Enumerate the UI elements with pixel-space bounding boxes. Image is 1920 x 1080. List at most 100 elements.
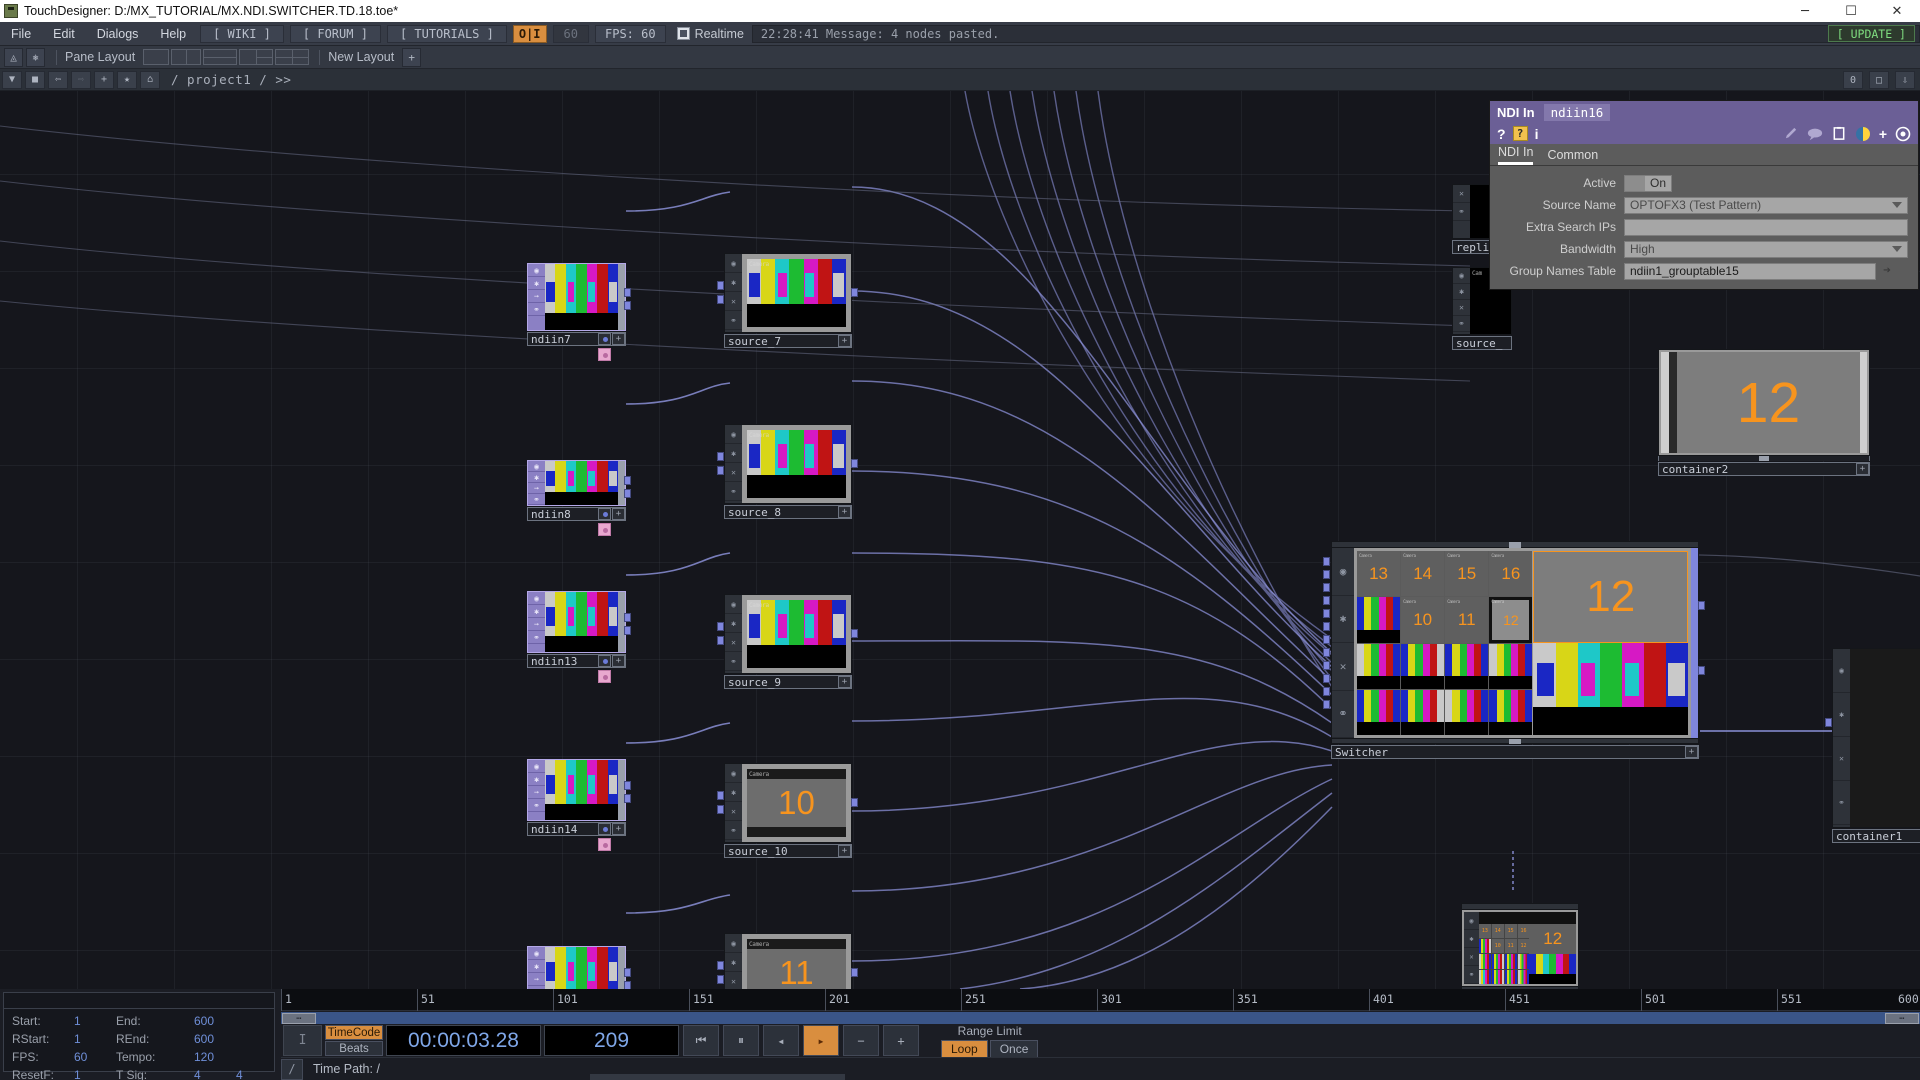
node-clone-indicator[interactable] <box>598 655 611 667</box>
node-viewer-toggle[interactable] <box>598 838 611 851</box>
node-body[interactable]: ◉ ✱ ✕ ⚭ Camera 10 <box>724 763 852 843</box>
node-expand-button[interactable]: + <box>838 676 851 688</box>
new-layout-add-button[interactable]: + <box>402 47 422 67</box>
node-flags[interactable]: ◉ ✱ ✕ ⚭ <box>725 934 742 989</box>
lock-flag-icon[interactable]: ⚭ <box>528 799 545 812</box>
multiview-cell[interactable] <box>1401 643 1445 689</box>
bypass-flag-icon[interactable]: ✕ <box>1464 948 1479 966</box>
link-wiki[interactable]: [ WIKI ] <box>200 24 284 43</box>
node-body[interactable]: ◉ ✱ ✕ ⚭ Camera 11 <box>724 933 852 989</box>
minimize-button[interactable]: ─ <box>1782 0 1828 22</box>
layout-preset-5[interactable] <box>275 49 310 65</box>
bypass-flag-icon[interactable]: ✕ <box>725 972 742 989</box>
tab-common[interactable]: Common <box>1547 148 1598 165</box>
viewer-flag-icon[interactable]: ◉ <box>725 254 742 273</box>
input-connector-2[interactable] <box>717 295 724 304</box>
lock-flag-icon[interactable]: ⚭ <box>528 631 545 644</box>
layout-preset-4[interactable] <box>239 49 274 65</box>
node-expand-button[interactable]: + <box>838 506 851 518</box>
viewer-flag-icon[interactable]: ◉ <box>528 264 545 277</box>
bypass-flag-icon[interactable]: ✕ <box>725 802 742 821</box>
node-ndiin7[interactable]: ◉ ✱ ➞ ⚭ ndiin7 + <box>527 263 631 361</box>
link-tutorials[interactable]: [ TUTORIALS ] <box>386 24 507 43</box>
clone-flag-icon[interactable]: ✱ <box>725 444 742 463</box>
menu-help[interactable]: Help <box>149 22 197 46</box>
menu-edit[interactable]: Edit <box>42 22 86 46</box>
node-container1[interactable]: ◉ ✱ ✕ ⚭ container1 <box>1825 648 1920 843</box>
zoom-level-button[interactable]: 0 <box>1843 71 1863 89</box>
maximize-button[interactable]: ☐ <box>1828 0 1874 22</box>
node-expand-button[interactable]: + <box>612 655 625 667</box>
node-body[interactable]: ◉ ✱ ➞ ⚭ <box>527 946 626 989</box>
extra-search-ips-input[interactable] <box>1624 218 1908 236</box>
group-names-table-input[interactable]: ndiin1_grouptable15 <box>1624 262 1876 280</box>
multiview-cell[interactable] <box>1401 689 1445 735</box>
node-flags[interactable]: ◉ ✱ ✕ ⚭ <box>1833 649 1850 827</box>
node-name-field[interactable]: source_10 + <box>724 844 852 858</box>
multiview-cell[interactable]: 14 Camera <box>1401 551 1445 597</box>
resetf-value[interactable]: 1 <box>74 1068 116 1080</box>
node-viewer-toggle[interactable] <box>598 670 611 683</box>
multiview-cell[interactable] <box>1445 643 1489 689</box>
op-name-field[interactable]: ndiin16 <box>1543 103 1611 121</box>
node-flags[interactable]: ◉ ✱ ➞ ⚭ <box>528 461 545 505</box>
lock-flag-icon[interactable]: ⚭ <box>1332 691 1354 738</box>
node-source-7[interactable]: ◉ ✱ ✕ ⚭ Camera source_7 + <box>717 253 858 348</box>
bypass-flag-icon[interactable]: ✕ <box>725 292 742 311</box>
clipboard-icon[interactable] <box>1831 126 1847 141</box>
add-icon[interactable]: + <box>94 70 114 89</box>
output-connector[interactable] <box>624 288 631 297</box>
back-arrow-icon[interactable]: ⇦ <box>48 70 68 89</box>
node-ndiin8[interactable]: ◉ ✱ ➞ ⚭ ndiin8 + <box>527 460 631 536</box>
start-value[interactable]: 1 <box>74 1014 116 1028</box>
home-icon[interactable]: ⌂ <box>140 70 160 89</box>
viewer-flag-icon[interactable]: ◉ <box>1464 912 1479 930</box>
clone-flag-icon[interactable]: ✱ <box>528 960 545 973</box>
timeline-scrollbar[interactable]: ⋯ ⋯ <box>281 1011 1920 1024</box>
help-icon[interactable]: ? <box>1512 126 1528 141</box>
node-clone-indicator[interactable] <box>598 333 611 345</box>
node-flags[interactable]: ◉ ✱ ➞ ⚭ <box>528 264 545 330</box>
bypass-flag-icon[interactable]: ✕ <box>1453 300 1470 316</box>
tempo-value[interactable]: 120 <box>194 1050 236 1064</box>
pencil-icon[interactable] <box>1784 126 1799 141</box>
tsig-value-b[interactable]: 4 <box>236 1068 266 1080</box>
node-body[interactable]: ◉ ✱ ✕ ⚭ <box>724 253 852 333</box>
parameter-dialog-titlebar[interactable]: NDI In ndiin16 <box>1490 101 1918 123</box>
viewer-flag-icon[interactable]: ◉ <box>1332 548 1354 596</box>
output-connector[interactable] <box>851 629 858 638</box>
step-back-button[interactable]: − <box>843 1025 879 1056</box>
output-connector[interactable] <box>851 459 858 468</box>
node-flags[interactable]: ◉ ✱ ✕ ⚭ <box>725 764 742 842</box>
lock-flag-icon[interactable]: ⚭ <box>725 482 742 501</box>
node-flags[interactable]: ◉ ✱ ✕ ⚭ <box>725 425 742 503</box>
bypass-flag-icon[interactable]: ✕ <box>725 463 742 482</box>
input-connector-2[interactable] <box>717 975 724 984</box>
end-value[interactable]: 600 <box>194 1014 236 1028</box>
output-connector-2[interactable] <box>624 489 631 498</box>
viewer-flag-icon[interactable]: ◉ <box>725 934 742 953</box>
viewer-flag-icon[interactable]: ◉ <box>725 595 742 614</box>
node-expand-button[interactable]: + <box>838 335 851 347</box>
program-preview[interactable]: 12 <box>1533 551 1688 643</box>
close-button[interactable]: ✕ <box>1874 0 1920 22</box>
node-name-field[interactable]: ndiin8 + <box>527 507 626 521</box>
clone-flag-icon[interactable]: ✱ <box>528 472 545 483</box>
viewer-flag-icon[interactable]: ◉ <box>528 760 545 773</box>
lock-flag-icon[interactable]: ⚭ <box>1453 316 1470 332</box>
realtime-toggle[interactable]: Realtime <box>676 27 744 41</box>
node-source-9[interactable]: ◉ ✱ ✕ ⚭ Camera source_9 + <box>717 594 858 689</box>
viewer-flag-icon[interactable]: ◉ <box>528 461 545 472</box>
node-expand-button[interactable]: + <box>1856 463 1869 475</box>
lock-flag-icon[interactable]: ⚭ <box>528 494 545 505</box>
layout-preset-3[interactable] <box>203 49 238 65</box>
lock-flag-icon[interactable]: ⚭ <box>1464 966 1479 984</box>
output-connector[interactable] <box>624 613 631 622</box>
fps-value[interactable]: 60 <box>74 1050 116 1064</box>
node-flags[interactable]: ◉ ✱ ✕ ⚭ <box>1464 912 1479 984</box>
info-icon[interactable]: i <box>1535 126 1539 142</box>
clone-flag-icon[interactable]: ✱ <box>528 773 545 786</box>
lock-flag-icon[interactable]: ⚭ <box>1453 203 1470 221</box>
tab-ndi-in[interactable]: NDI In <box>1498 145 1534 165</box>
output-connector-2[interactable] <box>1698 666 1705 675</box>
